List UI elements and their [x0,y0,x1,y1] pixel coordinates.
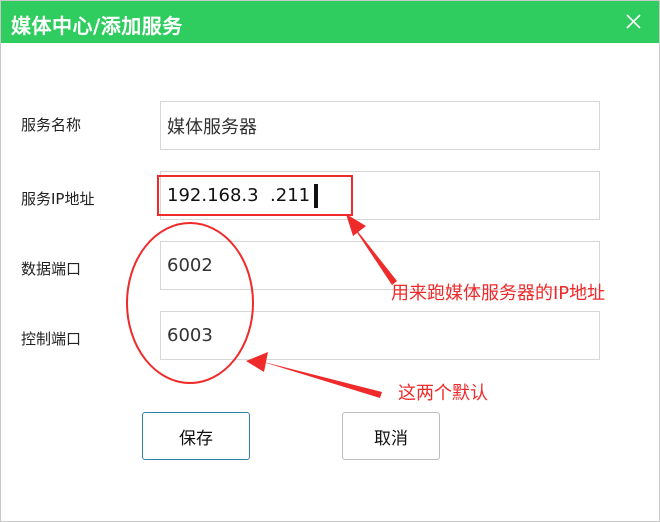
service-ip-input[interactable]: 192.168.3 .211 [160,171,600,220]
data-port-value: 6002 [167,255,213,276]
data-port-label: 数据端口 [21,260,82,278]
control-port-label: 控制端口 [21,330,82,348]
ports-annotation-text: 这两个默认 [398,383,488,404]
service-name-value: 媒体服务器 [167,116,257,138]
add-service-dialog: 媒体中心/添加服务 服务名称 媒体服务器 服务IP地址 192.168.3 .2… [0,0,660,522]
text-cursor [314,183,319,208]
cancel-button[interactable]: 取消 [342,412,440,460]
ip-annotation-text: 用来跑媒体服务器的IP地址 [391,283,606,304]
dialog-title: 媒体中心/添加服务 [11,14,183,38]
service-name-label: 服务名称 [21,116,82,134]
service-name-input[interactable]: 媒体服务器 [160,101,600,150]
title-bar: 媒体中心/添加服务 [1,1,659,43]
control-port-value: 6003 [167,325,213,346]
save-button[interactable]: 保存 [142,412,250,460]
service-ip-value: 192.168.3 .211 [167,185,311,206]
service-ip-label: 服务IP地址 [21,190,95,208]
close-icon[interactable] [619,7,647,35]
control-port-input[interactable]: 6003 [160,311,600,360]
